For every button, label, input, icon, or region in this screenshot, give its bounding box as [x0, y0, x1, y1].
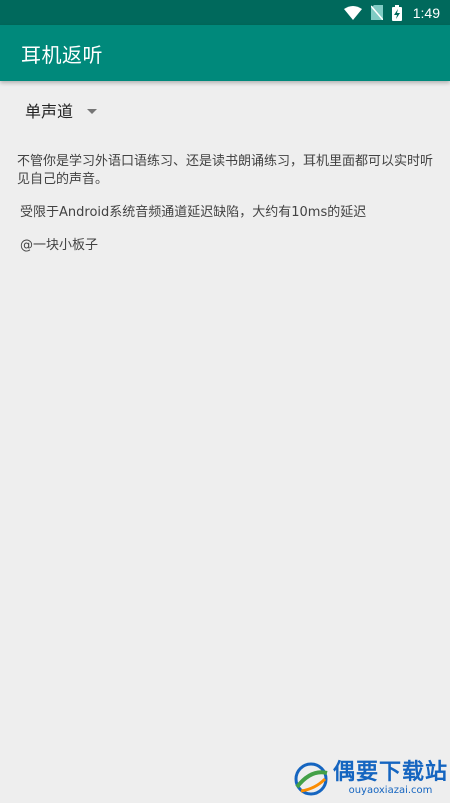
wifi-icon: [343, 5, 362, 20]
channel-spinner[interactable]: 单声道: [18, 96, 98, 124]
author-credit: @一块小板子: [20, 238, 99, 253]
latency-note: 受限于Android系统音频通道延迟缺陷，大约有10ms的延迟: [20, 205, 367, 220]
dropdown-arrow-icon: [87, 108, 98, 114]
app-bar: 耳机返听: [0, 25, 450, 81]
description-text: 不管你是学习外语口语练习、还是读书朗诵练习，耳机里面都可以实时听见自己的声音。: [17, 154, 434, 187]
watermark: 偶要下载站 ouyaoxiazai.com: [291, 757, 448, 801]
watermark-logo-icon: [291, 759, 331, 799]
main-content: 单声道 不管你是学习外语口语练习、还是读书朗诵练习，耳机里面都可以实时听见自己的…: [0, 81, 450, 801]
watermark-sub: ouyaoxiazai.com: [348, 785, 433, 796]
battery-charging-icon: [391, 4, 402, 21]
status-time: 1:49: [412, 4, 440, 21]
app-title: 耳机返听: [21, 42, 103, 67]
watermark-text: 偶要下载站 ouyaoxiazai.com: [333, 761, 448, 797]
watermark-main: 偶要下载站: [332, 760, 448, 785]
channel-spinner-value: 单声道: [25, 102, 74, 121]
status-bar: 1:49: [0, 0, 450, 25]
no-sim-icon: [370, 5, 383, 20]
